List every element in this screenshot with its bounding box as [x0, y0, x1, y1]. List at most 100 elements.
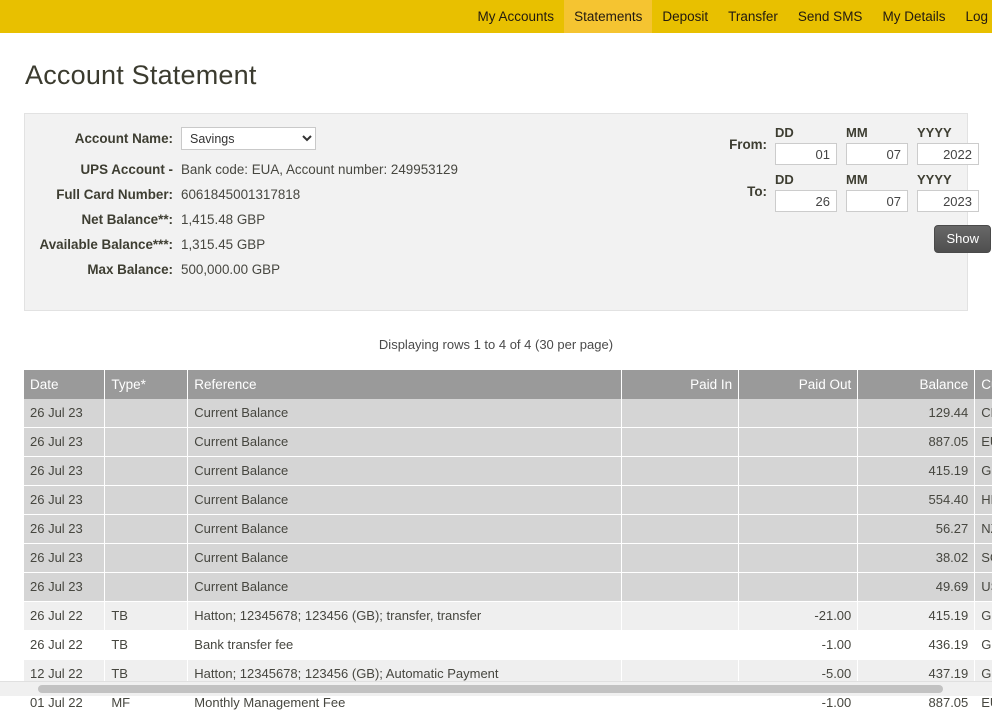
transaction-type	[104, 572, 188, 602]
column-header-currency[interactable]: Currency	[974, 370, 992, 399]
max-balance-row: Max Balance: 500,000.00 GBP	[25, 261, 585, 278]
page-container: Account Statement Account Name: Savings …	[0, 60, 992, 718]
transaction-reference: Current Balance	[187, 427, 622, 457]
transaction-paid-out	[738, 485, 858, 515]
table-row[interactable]: 26 Jul 23 Current Balance 38.02SGD	[24, 543, 992, 573]
table-row[interactable]: 26 Jul 22 TB Hatton; 12345678; 123456 (GB)…	[24, 601, 992, 631]
horizontal-scrollbar[interactable]	[0, 681, 992, 696]
transaction-paid-in	[621, 543, 739, 573]
from-month-group: MM	[846, 125, 908, 165]
from-day-input[interactable]	[775, 143, 837, 165]
from-month-input[interactable]	[846, 143, 908, 165]
from-year-input[interactable]	[917, 143, 979, 165]
transaction-paid-in	[621, 514, 739, 544]
max-balance-value: 500,000.00 GBP	[181, 262, 281, 277]
transaction-balance: 415.19	[857, 601, 975, 631]
transaction-currency: GBP	[974, 456, 992, 486]
transaction-balance: 38.02	[857, 543, 975, 573]
table-row[interactable]: 26 Jul 23 Current Balance 129.44CHF	[24, 399, 992, 428]
net-balance-label: Net Balance**:	[81, 212, 173, 227]
transaction-balance: 129.44	[857, 399, 975, 428]
table-header-row: Date Type* Reference Paid In Paid Out Ba…	[24, 370, 992, 399]
transaction-balance: 436.19	[857, 630, 975, 660]
transaction-type: TB	[104, 630, 188, 660]
net-balance-row: Net Balance**: 1,415.48 GBP	[25, 211, 585, 228]
transaction-paid-out	[738, 399, 858, 428]
transaction-reference: Current Balance	[187, 543, 622, 573]
available-balance-label: Available Balance***:	[39, 237, 173, 252]
column-header-paid-in[interactable]: Paid In	[621, 370, 740, 399]
table-row[interactable]: 26 Jul 23 Current Balance 887.05EUR	[24, 427, 992, 457]
transaction-paid-out: -1.00	[738, 630, 858, 660]
nav-label: My Details	[882, 9, 946, 24]
transaction-paid-out	[738, 543, 858, 573]
from-year-group: YYYY	[917, 125, 979, 165]
table-row[interactable]: 26 Jul 23 Current Balance 49.69USD	[24, 572, 992, 602]
transaction-type	[104, 543, 188, 573]
statement-table-body: 26 Jul 23Current Balance129.44CHF26 Jul …	[24, 399, 992, 718]
dd-label: DD	[775, 172, 794, 187]
table-row[interactable]: 26 Jul 22 TB Bank transfer fee -1.00 436.19 G…	[24, 630, 992, 660]
transaction-date: 26 Jul 23	[24, 456, 105, 486]
max-balance-label: Max Balance:	[87, 262, 173, 277]
column-header-balance[interactable]: Balance	[857, 370, 976, 399]
transaction-balance: 49.69	[857, 572, 975, 602]
transaction-paid-in	[621, 601, 739, 631]
transaction-paid-in	[621, 399, 739, 428]
nav-label: Deposit	[662, 9, 709, 24]
ups-account-label: UPS Account -	[80, 162, 174, 177]
table-row[interactable]: 26 Jul 23 Current Balance 554.40HKD	[24, 485, 992, 515]
available-balance-row: Available Balance***: 1,315.45 GBP	[25, 236, 585, 253]
table-row[interactable]: 26 Jul 23 Current Balance 56.27NZD	[24, 514, 992, 544]
to-year-input[interactable]	[917, 190, 979, 212]
nav-item-statements[interactable]: Statements	[564, 0, 653, 33]
nav-label: Statements	[574, 9, 643, 24]
transaction-balance: 887.05	[857, 427, 975, 457]
transaction-balance: 415.19	[857, 456, 975, 486]
transaction-reference: Hatton; 12345678; 123456 (GB); transfer,…	[187, 601, 622, 631]
to-month-input[interactable]	[846, 190, 908, 212]
transaction-currency: SGD	[974, 543, 992, 573]
column-header-type[interactable]: Type*	[104, 370, 189, 399]
transaction-date: 26 Jul 23	[24, 427, 105, 457]
transaction-paid-out	[738, 456, 858, 486]
column-header-paid-out[interactable]: Paid Out	[738, 370, 859, 399]
transaction-date: 26 Jul 22	[24, 601, 105, 631]
transaction-date: 26 Jul 23	[24, 399, 105, 428]
scrollbar-thumb[interactable]	[38, 685, 943, 693]
to-day-input[interactable]	[775, 190, 837, 212]
transaction-currency: EUR	[974, 427, 992, 457]
nav-item-send-sms[interactable]: Send SMS	[788, 0, 873, 33]
transaction-date: 26 Jul 23	[24, 485, 105, 515]
transaction-currency: GBP	[974, 601, 992, 631]
nav-item-transfer[interactable]: Transfer	[718, 0, 788, 33]
nav-item-my-accounts[interactable]: My Accounts	[468, 0, 565, 33]
transaction-reference: Current Balance	[187, 514, 622, 544]
nav-item-logout[interactable]: Log	[955, 0, 992, 33]
column-header-reference[interactable]: Reference	[187, 370, 623, 399]
to-date-row: To: DD MM YYYY	[719, 172, 991, 212]
transaction-reference: Current Balance	[187, 572, 622, 602]
account-name-row: Account Name: Savings	[25, 127, 585, 150]
transaction-paid-in	[621, 485, 739, 515]
nav-item-deposit[interactable]: Deposit	[652, 0, 718, 33]
nav-label: My Accounts	[477, 9, 555, 24]
account-summary-panel: Account Name: Savings UPS Account - Bank…	[24, 113, 991, 311]
transaction-paid-out	[738, 572, 858, 602]
transaction-date: 26 Jul 22	[24, 630, 105, 660]
account-name-select[interactable]: Savings	[181, 127, 316, 150]
nav-item-my-details[interactable]: My Details	[872, 0, 955, 33]
transaction-balance: 56.27	[857, 514, 975, 544]
show-button[interactable]: Show	[934, 225, 991, 253]
transaction-currency: GBP	[974, 630, 992, 660]
transaction-date: 26 Jul 23	[24, 572, 105, 602]
table-row[interactable]: 26 Jul 23 Current Balance 415.19GBP	[24, 456, 992, 486]
transaction-type	[104, 399, 188, 428]
account-name-label: Account Name:	[74, 131, 173, 146]
nav-label: Send SMS	[797, 9, 863, 24]
nav-label: Transfer	[728, 9, 778, 24]
column-header-date[interactable]: Date	[24, 370, 106, 399]
full-card-number-label: Full Card Number:	[56, 187, 173, 202]
to-month-group: MM	[846, 172, 908, 212]
transaction-currency: HKD	[974, 485, 992, 515]
